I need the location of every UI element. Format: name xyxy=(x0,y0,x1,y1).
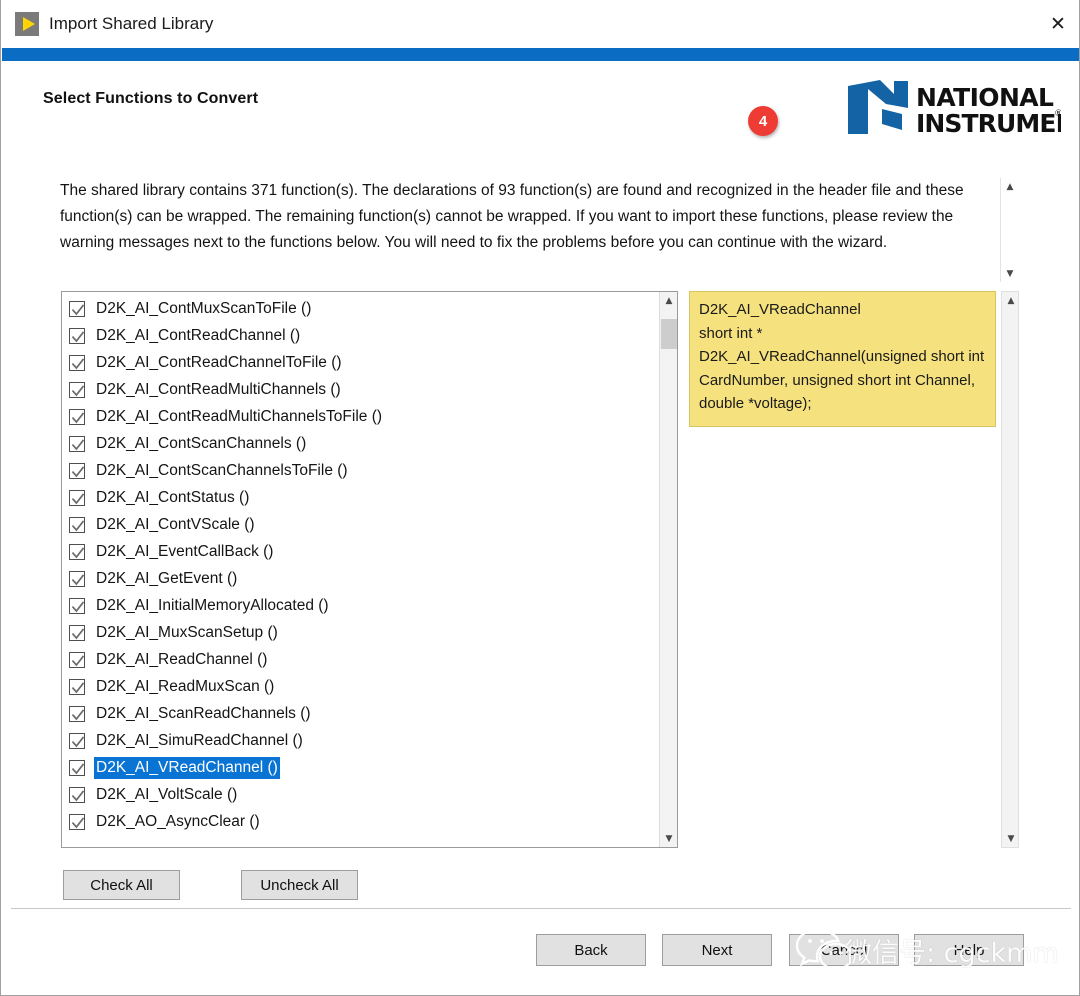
function-checkbox[interactable] xyxy=(69,652,85,668)
close-icon[interactable]: ✕ xyxy=(1035,0,1080,47)
function-list-item[interactable]: D2K_AI_SimuReadChannel () xyxy=(62,727,660,754)
function-name-label: D2K_AI_ReadMuxScan () xyxy=(94,676,276,698)
help-button[interactable]: Help xyxy=(914,934,1024,966)
description-scrollbar[interactable]: ▲ ▼ xyxy=(1000,178,1018,282)
function-name-label: D2K_AI_GetEvent () xyxy=(94,568,239,590)
function-list-item[interactable]: D2K_AI_ContReadMultiChannelsToFile () xyxy=(62,403,660,430)
function-checkbox[interactable] xyxy=(69,301,85,317)
function-checkbox[interactable] xyxy=(69,544,85,560)
function-checkbox[interactable] xyxy=(69,382,85,398)
function-name-label: D2K_AI_ReadChannel () xyxy=(94,649,269,671)
function-list-item[interactable]: D2K_AI_ContReadMultiChannels () xyxy=(62,376,660,403)
function-name-label: D2K_AI_EventCallBack () xyxy=(94,541,275,563)
svg-text:®: ® xyxy=(1054,109,1061,119)
function-checkbox[interactable] xyxy=(69,328,85,344)
footer-divider xyxy=(11,908,1071,909)
function-list-item[interactable]: D2K_AI_ContStatus () xyxy=(62,484,660,511)
function-name-label: D2K_AI_SimuReadChannel () xyxy=(94,730,305,752)
function-list-item[interactable]: D2K_AI_ReadMuxScan () xyxy=(62,673,660,700)
function-checkbox[interactable] xyxy=(69,625,85,641)
function-list-item[interactable]: D2K_AI_ContScanChannels () xyxy=(62,430,660,457)
step-badge: 4 xyxy=(748,106,778,136)
function-checkbox[interactable] xyxy=(69,355,85,371)
function-checkbox[interactable] xyxy=(69,436,85,452)
function-list-item[interactable]: D2K_AI_VoltScale () xyxy=(62,781,660,808)
function-name-label: D2K_AI_ScanReadChannels () xyxy=(94,703,313,725)
uncheck-all-button[interactable]: Uncheck All xyxy=(241,870,358,900)
description-text: The shared library contains 371 function… xyxy=(60,178,1005,256)
function-list-item[interactable]: D2K_AI_EventCallBack () xyxy=(62,538,660,565)
national-instruments-logo: NATIONAL INSTRUMENTS ® xyxy=(846,78,1061,140)
function-name-label: D2K_AI_VReadChannel () xyxy=(94,757,280,779)
function-checkbox[interactable] xyxy=(69,490,85,506)
function-name-label: D2K_AI_ContScanChannels () xyxy=(94,433,308,455)
function-checkbox[interactable] xyxy=(69,463,85,479)
chevron-up-icon[interactable]: ▲ xyxy=(1001,178,1019,195)
function-checkbox[interactable] xyxy=(69,517,85,533)
function-name-label: D2K_AI_ContReadMultiChannels () xyxy=(94,379,343,401)
check-all-button[interactable]: Check All xyxy=(63,870,180,900)
function-name-label: D2K_AI_ContReadChannelToFile () xyxy=(94,352,344,374)
page-title: Select Functions to Convert xyxy=(43,90,258,108)
detail-panel-scrollbar[interactable]: ▲ ▼ xyxy=(1001,291,1019,848)
back-button[interactable]: Back xyxy=(536,934,646,966)
function-list-item[interactable]: D2K_AO_AsyncClear () xyxy=(62,808,660,835)
function-name-label: D2K_AI_ContScanChannelsToFile () xyxy=(94,460,350,482)
function-list-scrollbar[interactable]: ▲ ▼ xyxy=(659,292,677,847)
function-list-item[interactable]: D2K_AI_ContMuxScanToFile () xyxy=(62,295,660,322)
function-checkbox[interactable] xyxy=(69,598,85,614)
scrollbar-thumb[interactable] xyxy=(661,319,677,349)
function-list-item[interactable]: D2K_AI_InitialMemoryAllocated () xyxy=(62,592,660,619)
chevron-down-icon[interactable]: ▼ xyxy=(1002,830,1020,847)
svg-text:INSTRUMENTS: INSTRUMENTS xyxy=(916,109,1061,138)
function-name-label: D2K_AI_ContReadMultiChannelsToFile () xyxy=(94,406,384,428)
cancel-button[interactable]: Cancel xyxy=(789,934,899,966)
svg-text:NATIONAL: NATIONAL xyxy=(916,83,1054,112)
function-name-label: D2K_AO_AsyncClear () xyxy=(94,811,262,833)
chevron-up-icon[interactable]: ▲ xyxy=(1002,292,1020,309)
titlebar: Import Shared Library ✕ xyxy=(1,0,1080,48)
function-list-items: D2K_AI_ContMuxScanToFile () D2K_AI_ContRe… xyxy=(62,295,660,835)
function-list-item[interactable]: D2K_AI_GetEvent () xyxy=(62,565,660,592)
function-checkbox[interactable] xyxy=(69,679,85,695)
description-area: The shared library contains 371 function… xyxy=(58,178,1018,282)
function-name-label: D2K_AI_ContVScale () xyxy=(94,514,257,536)
function-checkbox[interactable] xyxy=(69,409,85,425)
function-list-item[interactable]: D2K_AI_ContReadChannelToFile () xyxy=(62,349,660,376)
function-list-item[interactable]: D2K_AI_ReadChannel () xyxy=(62,646,660,673)
function-name-label: D2K_AI_ContReadChannel () xyxy=(94,325,302,347)
function-name-label: D2K_AI_ContStatus () xyxy=(94,487,251,509)
labview-run-icon xyxy=(15,12,39,36)
window-title: Import Shared Library xyxy=(49,12,213,36)
chevron-up-icon[interactable]: ▲ xyxy=(660,292,678,309)
function-name-label: D2K_AI_MuxScanSetup () xyxy=(94,622,280,644)
accent-band xyxy=(2,48,1079,61)
chevron-down-icon[interactable]: ▼ xyxy=(1001,265,1019,282)
chevron-down-icon[interactable]: ▼ xyxy=(660,830,678,847)
function-list-item[interactable]: D2K_AI_ScanReadChannels () xyxy=(62,700,660,727)
function-checkbox[interactable] xyxy=(69,814,85,830)
import-shared-library-dialog: Import Shared Library ✕ Select Functions… xyxy=(0,0,1080,996)
function-list-item[interactable]: D2K_AI_VReadChannel () xyxy=(62,754,660,781)
function-list-item[interactable]: D2K_AI_ContScanChannelsToFile () xyxy=(62,457,660,484)
next-button[interactable]: Next xyxy=(662,934,772,966)
function-name-label: D2K_AI_InitialMemoryAllocated () xyxy=(94,595,331,617)
function-detail-panel: D2K_AI_VReadChannel short int * D2K_AI_V… xyxy=(689,291,1019,848)
function-checkbox[interactable] xyxy=(69,706,85,722)
function-checkbox[interactable] xyxy=(69,760,85,776)
function-list-item[interactable]: D2K_AI_ContVScale () xyxy=(62,511,660,538)
function-list-item[interactable]: D2K_AI_MuxScanSetup () xyxy=(62,619,660,646)
function-checkbox[interactable] xyxy=(69,733,85,749)
function-list-item[interactable]: D2K_AI_ContReadChannel () xyxy=(62,322,660,349)
function-checkbox[interactable] xyxy=(69,571,85,587)
function-name-label: D2K_AI_VoltScale () xyxy=(94,784,239,806)
function-checkbox[interactable] xyxy=(69,787,85,803)
function-name-label: D2K_AI_ContMuxScanToFile () xyxy=(94,298,313,320)
function-list[interactable]: D2K_AI_ContMuxScanToFile () D2K_AI_ContRe… xyxy=(61,291,678,848)
function-signature-tooltip: D2K_AI_VReadChannel short int * D2K_AI_V… xyxy=(689,291,996,427)
